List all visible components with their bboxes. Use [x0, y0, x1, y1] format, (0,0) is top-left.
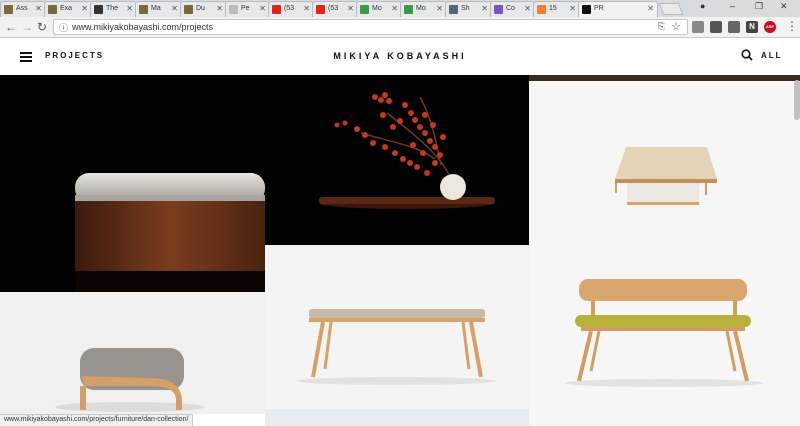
browser-tab[interactable]: Du ✕	[180, 1, 227, 17]
tab-favicon-icon	[582, 5, 591, 14]
ikebana-image	[319, 92, 495, 209]
tab-title: Mo	[416, 5, 426, 12]
tab-favicon-icon	[48, 5, 57, 14]
browser-tab[interactable]: PR ✕	[578, 1, 658, 17]
tab-title: Ma	[151, 5, 161, 12]
address-bar[interactable]: ⓘ www.mikiyakobayashi.com/projects ⎘ ☆	[53, 19, 688, 35]
tab-title: PR	[594, 5, 604, 12]
extension-icon[interactable]	[710, 21, 722, 33]
site-logo[interactable]: MIKIYA KOBAYASHI	[0, 51, 800, 61]
tab-favicon-icon	[229, 5, 238, 14]
tab-close-icon[interactable]: ✕	[569, 4, 576, 13]
tab-title: Exa	[60, 5, 73, 12]
profile-icon[interactable]: ●	[700, 1, 705, 11]
browser-tab[interactable]: (53 ✕	[312, 1, 358, 17]
tab-close-icon[interactable]: ✕	[126, 4, 133, 13]
translate-icon[interactable]: ⎘	[658, 21, 665, 32]
tab-favicon-icon	[494, 5, 503, 14]
tab-close-icon[interactable]: ✕	[303, 4, 310, 13]
tab-favicon-icon	[139, 5, 148, 14]
extension-icon[interactable]	[728, 21, 740, 33]
status-bar-url: www.mikiyakobayashi.com/projects/furnitu…	[0, 414, 194, 426]
browser-tab-strip: ● – ❐ ✕ Ass ✕ Exa ✕ The ✕ Ma ✕ Du ✕ Pe ✕ (53 ✕ (53 ✕ Mo ✕…	[0, 0, 800, 17]
reload-icon[interactable]: ↻	[37, 20, 47, 34]
browser-tab[interactable]: Pe ✕	[225, 1, 270, 17]
project-tile-bench-backrest[interactable]	[529, 243, 800, 426]
restore-icon[interactable]: ❐	[755, 1, 763, 12]
filter-all-link[interactable]: ALL	[761, 51, 783, 60]
tab-favicon-icon	[184, 5, 193, 14]
page-scrollbar-thumb[interactable]	[794, 80, 800, 120]
cabinet-image	[75, 173, 265, 292]
tab-close-icon[interactable]: ✕	[391, 4, 398, 13]
project-tile-ottoman[interactable]	[0, 292, 265, 414]
browser-tab[interactable]: Mo ✕	[356, 1, 402, 17]
tab-favicon-icon	[404, 5, 413, 14]
project-tile-cabinet[interactable]	[0, 75, 265, 292]
extension-icon[interactable]: N	[746, 21, 758, 33]
tab-close-icon[interactable]: ✕	[171, 4, 178, 13]
tab-close-icon[interactable]: ✕	[647, 4, 654, 13]
tab-favicon-icon	[4, 5, 13, 14]
tab-favicon-icon	[316, 5, 325, 14]
tab-title: Ass	[16, 5, 28, 12]
back-icon[interactable]: ←	[5, 20, 17, 34]
menu-dots-icon[interactable]: ⋮	[786, 19, 798, 33]
tab-favicon-icon	[94, 5, 103, 14]
tab-title: Pe	[241, 5, 250, 12]
info-icon[interactable]: ⓘ	[59, 21, 68, 34]
tab-title: (53	[328, 5, 339, 12]
tab-title: Mo	[372, 5, 382, 12]
browser-tab[interactable]: (53 ✕	[268, 1, 314, 17]
tab-close-icon[interactable]: ✕	[216, 4, 223, 13]
tab-title: The	[106, 5, 119, 12]
tab-title: (53	[284, 5, 295, 12]
tab-close-icon[interactable]: ✕	[524, 4, 531, 13]
new-tab-button[interactable]	[658, 3, 684, 15]
ottoman-image	[55, 348, 205, 412]
low-table-image	[615, 147, 717, 205]
tab-close-icon[interactable]: ✕	[436, 4, 443, 13]
project-tile-ikebana[interactable]	[265, 75, 529, 245]
project-tile-low-table[interactable]	[529, 75, 800, 243]
address-url: www.mikiyakobayashi.com/projects	[72, 22, 214, 32]
tab-title: Sh	[461, 5, 470, 12]
tab-close-icon[interactable]: ✕	[35, 4, 42, 13]
extension-icon[interactable]	[692, 21, 704, 33]
bookmark-star-icon[interactable]: ☆	[671, 20, 681, 33]
browser-tab[interactable]: Exa ✕	[44, 1, 92, 17]
backrest-bench-image	[564, 279, 764, 387]
forward-icon[interactable]: →	[21, 20, 33, 34]
window-close-icon[interactable]: ✕	[780, 1, 788, 12]
browser-toolbar: ← → ↻ ⓘ www.mikiyakobayashi.com/projects…	[0, 17, 800, 38]
image-edge-strip	[529, 75, 800, 81]
tab-close-icon[interactable]: ✕	[81, 4, 88, 13]
browser-tab[interactable]: Ass ✕	[0, 1, 46, 17]
tab-favicon-icon	[360, 5, 369, 14]
browser-tab[interactable]: Ma ✕	[135, 1, 182, 17]
tab-close-icon[interactable]: ✕	[347, 4, 354, 13]
minimize-icon[interactable]: –	[730, 1, 735, 11]
tab-close-icon[interactable]: ✕	[259, 4, 266, 13]
tab-favicon-icon	[537, 5, 546, 14]
project-tile-next[interactable]	[265, 409, 529, 426]
bench-image	[297, 309, 497, 385]
project-tile-bench[interactable]	[265, 245, 529, 409]
browser-tab[interactable]: 15 ✕	[533, 1, 580, 17]
tab-title: 15	[549, 5, 557, 12]
browser-tab[interactable]: Sh ✕	[445, 1, 492, 17]
tab-title: Co	[506, 5, 515, 12]
search-icon[interactable]	[741, 49, 753, 61]
browser-tab[interactable]: Co ✕	[490, 1, 535, 17]
tab-title: Du	[196, 5, 205, 12]
browser-tab[interactable]: The ✕	[90, 1, 137, 17]
site-header: PROJECTS MIKIYA KOBAYASHI ALL	[0, 38, 800, 75]
extension-icon[interactable]: ABP	[764, 21, 776, 33]
tab-favicon-icon	[449, 5, 458, 14]
tab-close-icon[interactable]: ✕	[481, 4, 488, 13]
tab-favicon-icon	[272, 5, 281, 14]
browser-tab[interactable]: Mo ✕	[400, 1, 447, 17]
